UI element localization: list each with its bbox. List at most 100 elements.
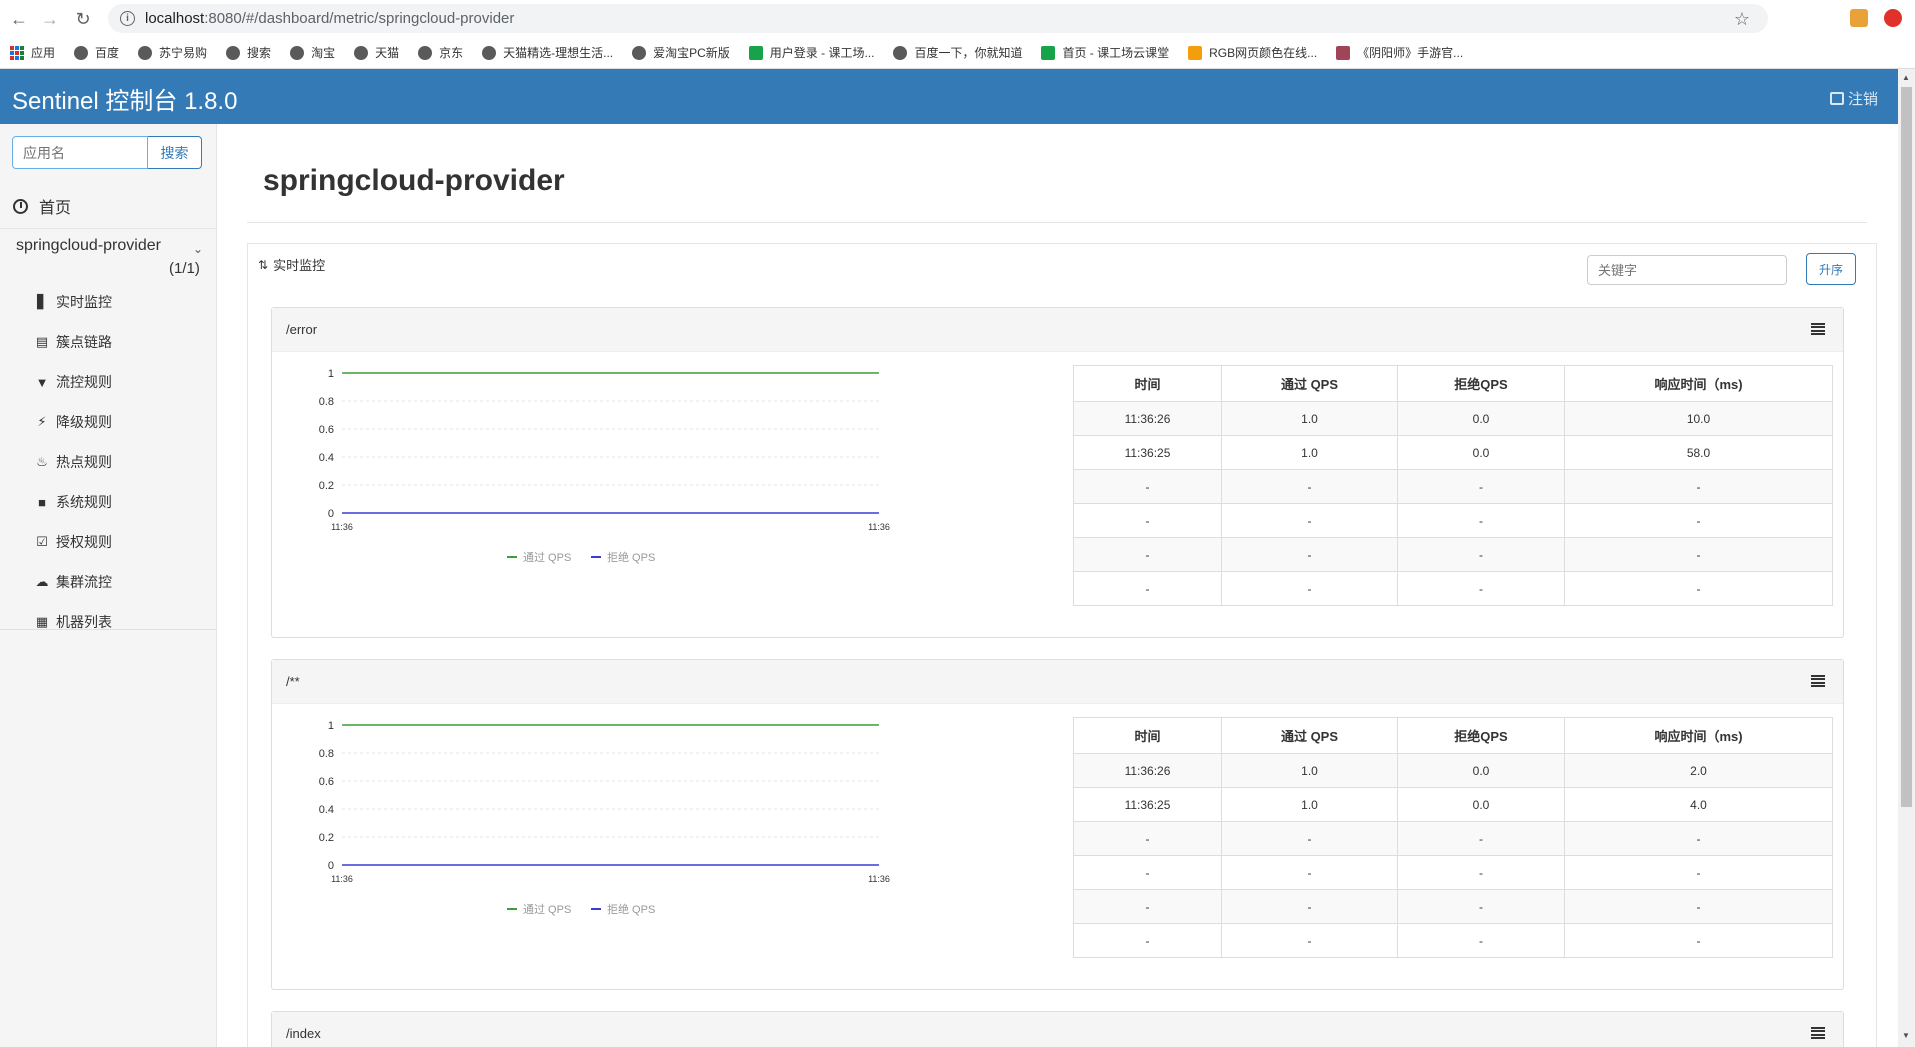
- bookmark-item[interactable]: 首页 - 课工场云课堂: [1041, 44, 1169, 61]
- forward-icon[interactable]: →: [35, 4, 65, 34]
- page-scrollbar[interactable]: ▲ ▼: [1898, 69, 1915, 1047]
- sidebar-item-label: 簇点链路: [56, 334, 112, 350]
- bookmark-item[interactable]: 用户登录 - 课工场...: [748, 44, 875, 61]
- extension-icon[interactable]: [1850, 9, 1868, 27]
- bookmark-label: 首页 - 课工场云课堂: [1062, 46, 1170, 60]
- bookmark-label: 用户登录 - 课工场...: [769, 46, 875, 60]
- bookmark-item[interactable]: 天猫: [354, 44, 399, 61]
- column-header: 响应时间（ms): [1564, 365, 1833, 402]
- legend-label: 通过 QPS: [523, 551, 571, 564]
- menu-icon[interactable]: [1811, 675, 1825, 687]
- search-button[interactable]: 搜索: [148, 136, 202, 169]
- table-cell: -: [1073, 821, 1222, 856]
- bookmark-label: 天猫精选-理想生活...: [503, 46, 614, 60]
- table-row: ----: [1073, 855, 1833, 890]
- bookmark-item[interactable]: 爱淘宝PC新版: [632, 44, 730, 61]
- bookmark-item[interactable]: 淘宝: [290, 44, 335, 61]
- bookmark-label: 应用: [31, 46, 56, 60]
- table-row: ----: [1073, 889, 1833, 924]
- clock-icon: [13, 198, 28, 214]
- table-cell: -: [1073, 469, 1222, 504]
- sidebar-item-flow-rules[interactable]: ▼ 流控规则: [0, 362, 216, 402]
- back-icon[interactable]: ←: [4, 4, 34, 34]
- table-cell: 4.0: [1564, 787, 1833, 822]
- table-cell: -: [1564, 571, 1833, 606]
- bolt-icon: ⚡: [37, 414, 47, 429]
- column-header: 时间: [1073, 717, 1222, 754]
- sidebar-item-realtime[interactable]: ▋ 实时监控: [0, 282, 216, 322]
- bar-chart-icon: ▋: [37, 294, 47, 309]
- table-row: ----: [1073, 821, 1833, 856]
- scroll-thumb[interactable]: [1901, 87, 1912, 807]
- bookmark-apps[interactable]: 应用: [10, 44, 55, 61]
- x-tick-label: 11:36: [331, 874, 353, 884]
- apps-grid-icon: [10, 45, 24, 60]
- bookmark-label: 百度: [95, 46, 120, 60]
- scroll-down-icon[interactable]: ▼: [1902, 1031, 1910, 1040]
- sidebar-app-name[interactable]: springcloud-provider: [16, 237, 161, 255]
- reload-icon[interactable]: ↻: [68, 4, 98, 34]
- chevron-down-icon[interactable]: ⌄: [193, 242, 203, 256]
- column-header: 响应时间（ms): [1564, 717, 1833, 754]
- sidebar-item-degrade-rules[interactable]: ⚡ 降级规则: [0, 402, 216, 442]
- app-title[interactable]: Sentinel 控制台 1.8.0: [12, 81, 237, 116]
- sidebar: 搜索 首页 springcloud-provider ⌄ (1/1) ▋ 实时监控…: [0, 124, 217, 1047]
- logout-button[interactable]: 注销: [1829, 88, 1878, 109]
- bookmark-item[interactable]: 搜索: [226, 44, 271, 61]
- bookmark-label: 百度一下，你就知道: [914, 46, 1023, 60]
- bookmark-item[interactable]: 《阴阳师》手游官...: [1336, 44, 1463, 61]
- bookmark-item[interactable]: RGB网页颜色在线...: [1188, 44, 1317, 61]
- address-bar[interactable]: i localhost:8080/#/dashboard/metric/spri…: [108, 4, 1768, 33]
- table-cell: -: [1397, 821, 1565, 856]
- table-cell: -: [1073, 855, 1222, 890]
- table-cell: -: [1564, 855, 1833, 890]
- sidebar-item-cluster-link[interactable]: ▤ 簇点链路: [0, 322, 216, 362]
- y-tick-label: 1: [328, 720, 334, 732]
- app-search-input[interactable]: [12, 136, 148, 169]
- table-cell: 11:36:25: [1073, 787, 1222, 822]
- column-header: 时间: [1073, 365, 1222, 402]
- logout-icon: [1829, 92, 1844, 105]
- chart-svg: 0 0.2 0.4 0.6 0.8 1 11:36 11:36 通过 QPS 拒绝 QPS: [319, 368, 890, 564]
- bookmark-item[interactable]: 天猫精选-理想生活...: [482, 44, 613, 61]
- bookmark-item[interactable]: 百度: [74, 44, 119, 61]
- bookmark-item[interactable]: 苏宁易购: [138, 44, 207, 61]
- globe-icon: [226, 45, 241, 60]
- sidebar-item-auth-rules[interactable]: ☑ 授权规则: [0, 522, 216, 562]
- extension-icon[interactable]: [1884, 9, 1902, 27]
- table-cell: -: [1073, 571, 1222, 606]
- table-cell: -: [1564, 537, 1833, 572]
- table-cell: -: [1397, 537, 1565, 572]
- menu-icon[interactable]: [1811, 1027, 1825, 1039]
- cloud-icon: ☁: [35, 574, 49, 589]
- metrics-table: 时间 通过 QPS 拒绝QPS 响应时间（ms) 11:36:26 1.0 0.0 1…: [1073, 365, 1833, 606]
- sidebar-item-system-rules[interactable]: ■ 系统规则: [0, 482, 216, 522]
- sidebar-item-cluster-flow[interactable]: ☁ 集群流控: [0, 562, 216, 602]
- table-cell: 0.0: [1397, 401, 1565, 436]
- bookmark-item[interactable]: 京东: [418, 44, 463, 61]
- sidebar-item-hotspot-rules[interactable]: ♨ 热点规则: [0, 442, 216, 482]
- table-row: 11:36:26 1.0 0.0 2.0: [1073, 753, 1833, 788]
- sort-ascending-button[interactable]: 升序: [1806, 253, 1856, 285]
- divider: [0, 629, 216, 630]
- menu-icon[interactable]: [1811, 323, 1825, 335]
- scroll-up-icon[interactable]: ▲: [1902, 73, 1910, 82]
- x-tick-label: 11:36: [331, 522, 353, 532]
- table-cell: -: [1073, 923, 1222, 958]
- sidebar-item-home[interactable]: 首页: [0, 184, 216, 229]
- keyword-search-input[interactable]: [1587, 255, 1787, 285]
- grid-icon: ▦: [35, 614, 49, 629]
- bookmark-label: 爱淘宝PC新版: [653, 46, 730, 60]
- info-icon[interactable]: i: [120, 11, 135, 26]
- x-tick-label: 11:36: [868, 874, 890, 884]
- app-machine-count: (1/1): [169, 260, 200, 277]
- table-row: ----: [1073, 503, 1833, 538]
- divider: [247, 222, 1867, 223]
- sidebar-item-machines[interactable]: ▦ 机器列表: [0, 602, 216, 642]
- table-cell: 11:36:25: [1073, 435, 1222, 470]
- bookmark-label: RGB网页颜色在线...: [1209, 46, 1318, 60]
- bookmark-item[interactable]: 百度一下，你就知道: [893, 44, 1022, 61]
- globe-icon: [632, 45, 647, 60]
- qps-chart: 0 0.2 0.4 0.6 0.8 1 11:36 11:36 通过 QPS 拒绝 QPS: [282, 358, 892, 613]
- bookmark-star-icon[interactable]: ☆: [1734, 9, 1750, 30]
